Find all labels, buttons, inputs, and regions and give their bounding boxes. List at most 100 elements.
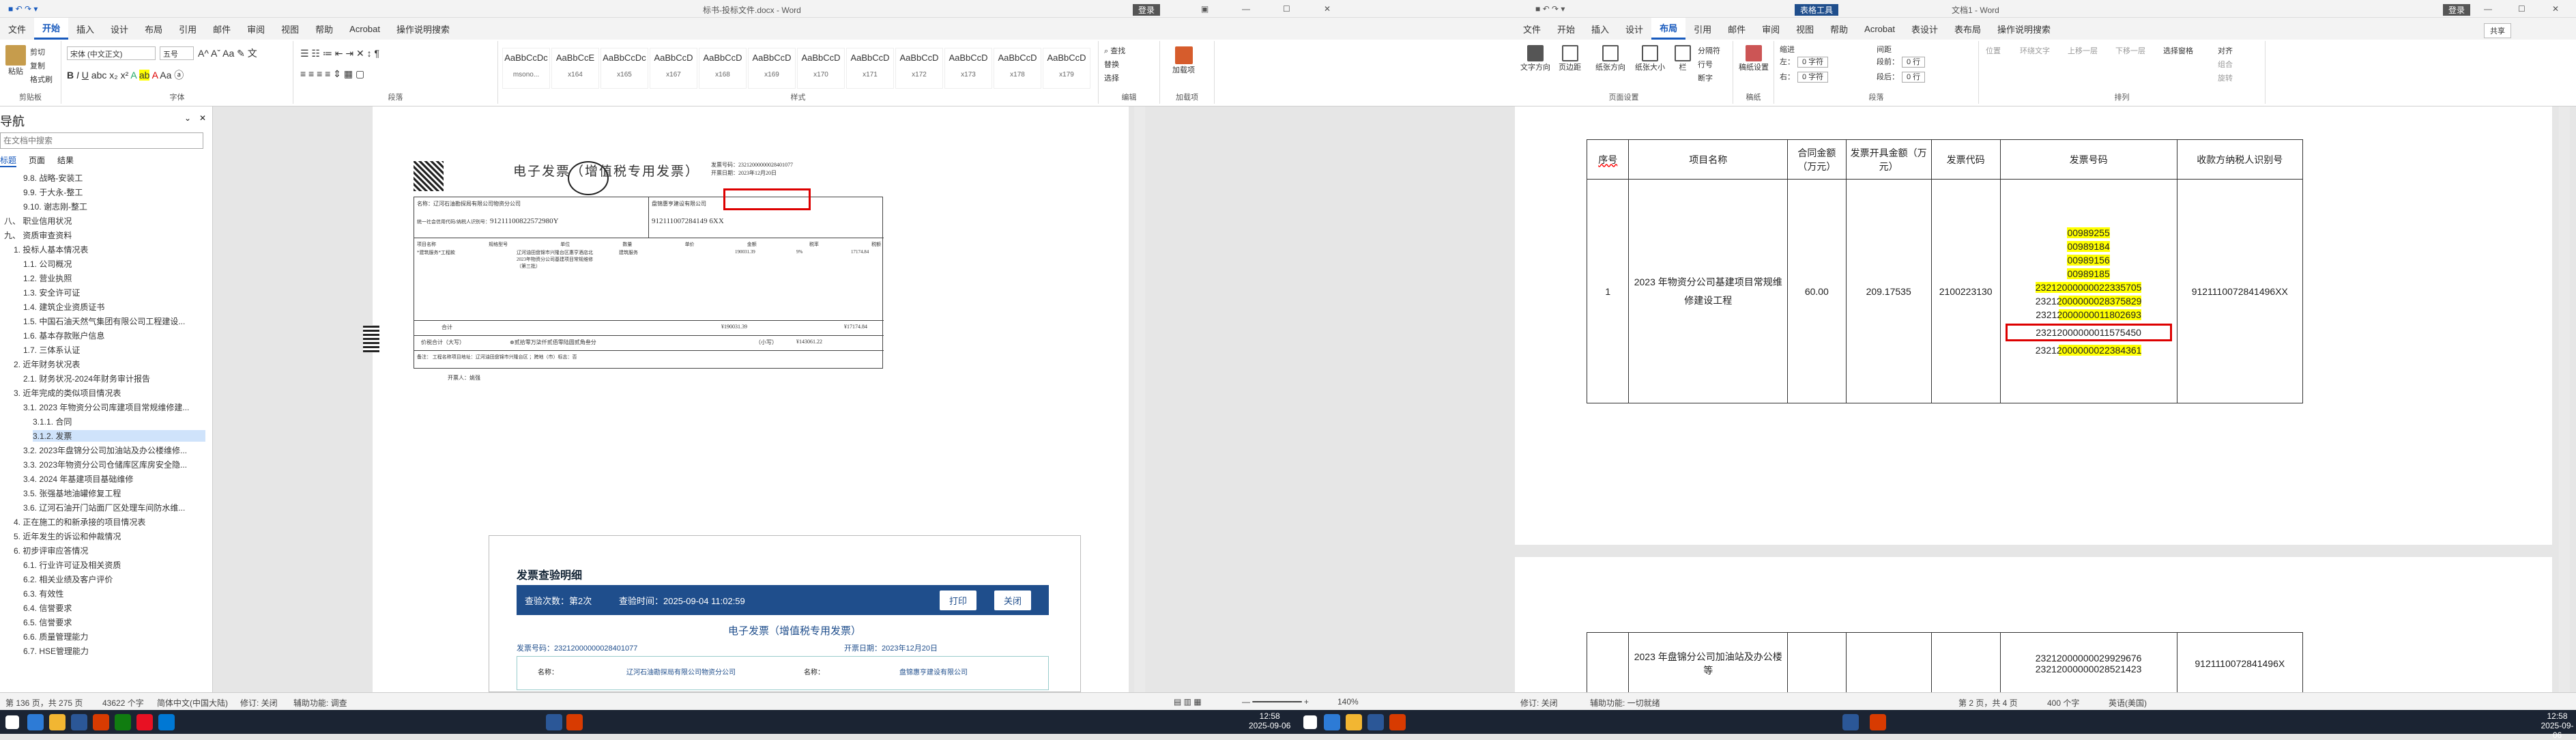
nav-heading-item[interactable]: 6.6. 质量管理能力 <box>23 631 88 642</box>
tab-10[interactable]: Acrobat <box>1856 20 1903 38</box>
nav-heading-item[interactable]: 9.8. 战略-安装工 <box>23 172 83 184</box>
nav-heading-item[interactable]: 3.2. 2023年盘锦分公司加油站及办公楼维修... <box>23 444 187 456</box>
style-item[interactable]: AaBbCcD x170 <box>797 48 845 89</box>
file-explorer-icon[interactable] <box>49 714 66 730</box>
nav-heading-item[interactable]: 3.1.2. 发票 <box>33 430 205 442</box>
nav-heading-item[interactable]: 2.1. 财务状况-2024年财务审计报告 <box>23 373 150 384</box>
breaks-button[interactable]: 分隔符 <box>1698 45 1720 56</box>
row-no[interactable]: 1 <box>1586 179 1630 403</box>
row2-taxid[interactable]: 9121110072841496X <box>2176 632 2304 692</box>
signin-button[interactable]: 登录 <box>2443 4 2471 16</box>
row2-invoice-amount[interactable] <box>1845 632 1932 692</box>
nav-heading-item[interactable]: 6.3. 有效性 <box>23 588 63 599</box>
close-icon[interactable]: ✕ <box>1324 4 1331 14</box>
style-item[interactable]: AaBbCcD x178 <box>994 48 1041 89</box>
nav-heading-item[interactable]: 6.7. HSE管理能力 <box>23 645 89 657</box>
share-button[interactable]: 共享 <box>2484 23 2511 38</box>
search-icon-2[interactable] <box>1324 714 1340 730</box>
nav-heading-item[interactable]: 6.5. 信誉要求 <box>23 616 72 628</box>
style-item[interactable]: AaBbCcD x171 <box>846 48 894 89</box>
nav-heading-item[interactable]: 3.6. 辽河石油开门站面厂区处理车间防水维... <box>23 502 185 513</box>
nav-heading-item[interactable]: 3.3. 2023年物资分公司仓储库区库房安全隐... <box>23 459 187 470</box>
nav-heading-item[interactable]: 1.6. 基本存款账户信息 <box>23 330 104 341</box>
nav-heading-item[interactable]: 6.1. 行业许可证及相关资质 <box>23 559 121 571</box>
style-item[interactable]: AaBbCcD x169 <box>748 48 796 89</box>
style-item[interactable]: AaBbCcDc x165 <box>600 48 648 89</box>
manuscript-button[interactable]: 稿纸设置 <box>1739 45 1769 72</box>
tab-file[interactable]: 文件 <box>0 19 34 39</box>
orientation-button[interactable]: 纸张方向 <box>1595 45 1625 72</box>
clock-left[interactable]: 12:58 2025-09-06 <box>1249 711 1290 730</box>
tab-9[interactable]: 帮助 <box>1822 19 1856 39</box>
track-changes[interactable]: 修订: 关闭 <box>240 697 278 709</box>
tab-home[interactable]: 开始 <box>34 18 69 40</box>
minimize-icon[interactable]: — <box>1242 4 1250 14</box>
row2-project-name[interactable]: 2023 年盘锦分公司加油站及办公楼等 <box>1628 632 1789 692</box>
tab-help[interactable]: 帮助 <box>307 19 341 39</box>
style-item[interactable]: AaBbCcD x172 <box>895 48 943 89</box>
row-invoice-amount[interactable]: 209.17535 <box>1845 179 1932 403</box>
tab-review[interactable]: 审阅 <box>239 19 273 39</box>
close-icon[interactable]: ✕ <box>2552 4 2559 14</box>
font-name-select[interactable]: 宋体 (中文正文) <box>67 46 156 60</box>
nav-search-input[interactable] <box>0 132 203 149</box>
tab-7[interactable]: 审阅 <box>1754 19 1788 39</box>
nav-heading-item[interactable]: 1.3. 安全许可证 <box>23 287 80 298</box>
tab-mailings[interactable]: 邮件 <box>205 19 239 39</box>
row2-contract[interactable] <box>1787 632 1847 692</box>
nav-heading-item[interactable]: 1.2. 营业执照 <box>23 272 72 284</box>
nav-heading-item[interactable]: 3.1. 2023 年物资分公司库建项目常规维修建... <box>23 401 189 413</box>
selection-pane-button[interactable]: 选择窗格 <box>2163 45 2193 56</box>
columns-button[interactable]: 栏 <box>1675 45 1691 72</box>
pdf-window-icon[interactable] <box>566 714 583 730</box>
zoom-slider[interactable]: — ━━━━━━━━━━ + <box>1242 697 1309 707</box>
nav-heading-item[interactable]: 6.2. 相关业绩及客户评价 <box>23 573 113 585</box>
space-after-input[interactable]: 0 行 <box>1902 72 1926 83</box>
tab-0[interactable]: 文件 <box>1515 19 1549 39</box>
page-count[interactable]: 第 2 页，共 4 页 <box>1958 697 2018 709</box>
row-invoice-numbers[interactable]: 00989255 00989184 00989156 00989185 23212000… <box>1999 179 2177 403</box>
nav-heading-item[interactable]: 1.1. 公司概况 <box>23 258 72 270</box>
group-button[interactable]: 组合 <box>2218 59 2233 70</box>
word-window-icon[interactable] <box>546 714 562 730</box>
cut-button[interactable]: 剪切 <box>30 46 45 57</box>
tell-me-search[interactable]: 操作说明搜索 <box>388 19 458 39</box>
tab-references[interactable]: 引用 <box>171 19 205 39</box>
row-contract[interactable]: 60.00 <box>1787 179 1847 403</box>
tab-design[interactable]: 设计 <box>102 19 136 39</box>
accessibility[interactable]: 辅助功能: 一切就绪 <box>1590 697 1660 709</box>
vertical-scrollbar[interactable] <box>2559 106 2570 692</box>
maximize-icon[interactable]: ☐ <box>2518 4 2526 14</box>
page-count[interactable]: 第 136 页，共 275 页 <box>5 697 83 709</box>
word-window-icon-2[interactable] <box>1842 714 1859 730</box>
nav-heading-item[interactable]: 4. 正在施工的和新承接的项目情况表 <box>14 516 145 528</box>
word-count[interactable]: 43622 个字 <box>102 697 144 709</box>
indent-left-input[interactable]: 0 字符 <box>1797 57 1829 68</box>
nav-heading-item[interactable]: 九、 资质审查资料 <box>4 229 72 241</box>
size-button[interactable]: 纸张大小 <box>1635 45 1665 72</box>
row-taxid[interactable]: 9121110072841496XX <box>2176 179 2304 403</box>
acrobat-icon-2[interactable] <box>1389 714 1406 730</box>
close-button[interactable]: 关闭 <box>994 590 1032 610</box>
nav-heading-item[interactable]: 八、 职业信用状况 <box>4 215 72 227</box>
nav-heading-item[interactable]: 9.10. 谢志刚-整工 <box>23 201 87 212</box>
margins-button[interactable]: 页边距 <box>1559 45 1581 72</box>
browser-icon[interactable] <box>158 714 175 730</box>
signin-button[interactable]: 登录 <box>1133 4 1161 16</box>
tab-5[interactable]: 引用 <box>1685 19 1720 39</box>
copy-button[interactable]: 复制 <box>30 60 45 71</box>
font-style-buttons[interactable]: B I U abc x₂ x² A ab A Aa ⓐ <box>67 68 184 82</box>
tab-acrobat[interactable]: Acrobat <box>341 20 388 38</box>
acrobat-icon[interactable] <box>93 714 109 730</box>
view-buttons[interactable]: ▤ ▥ ▦ <box>1174 697 1202 707</box>
nav-heading-item[interactable]: 6.4. 信誉要求 <box>23 602 72 614</box>
row-invoice-code[interactable]: 2100223130 <box>1930 179 2001 403</box>
bring-forward-button[interactable]: 上移一层 <box>2068 45 2098 56</box>
close-icon[interactable]: ✕ <box>199 113 206 123</box>
nav-heading-item[interactable]: 3.5. 张强基地油罐修复工程 <box>23 487 121 499</box>
replace-button[interactable]: 替换 <box>1104 59 1119 70</box>
row2-invoice-numbers[interactable]: 23212000000029929676 23212000000028521423 <box>1999 632 2177 692</box>
nav-heading-item[interactable]: 1.5. 中国石油天然气集团有限公司工程建设... <box>23 315 185 327</box>
nav-heading-item[interactable]: 6. 初步评审应答情况 <box>14 545 88 556</box>
language[interactable]: 英语(美国) <box>2109 697 2147 709</box>
